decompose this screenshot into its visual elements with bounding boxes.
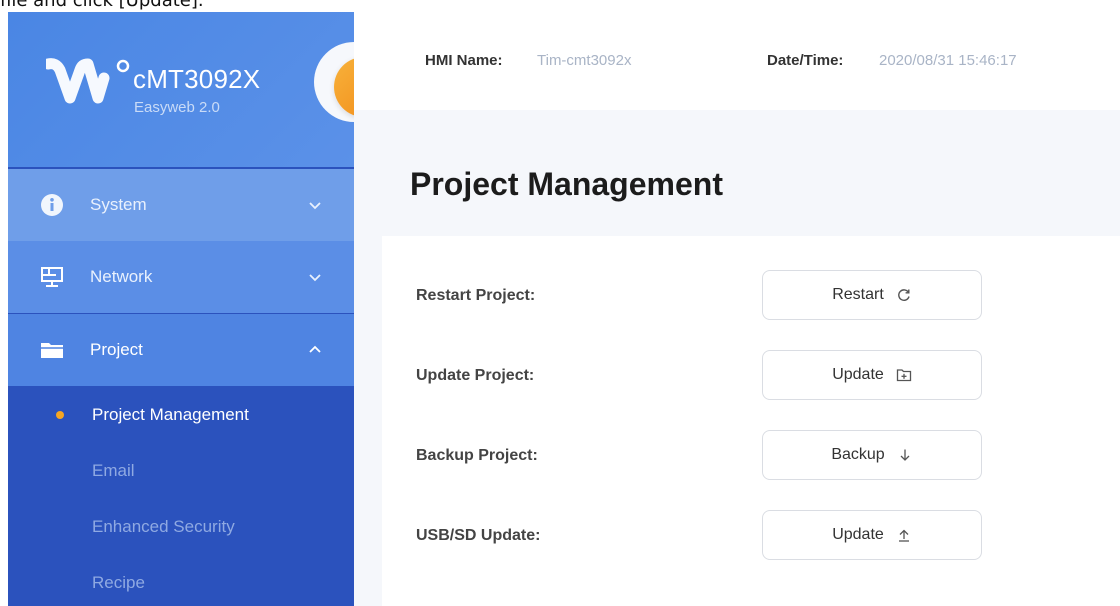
submenu-item-project-management[interactable]: Project Management [8,387,354,443]
top-header: HMI Name: Tim-cmt3092x Date/Time: 2020/0… [354,12,1120,110]
update-project-button[interactable]: Update [762,350,982,400]
restart-project-label: Restart Project: [416,287,536,304]
update-project-label: Update Project: [416,367,535,384]
button-label: Restart [832,286,884,303]
submenu-item-label: Project Management [92,405,249,424]
backup-button[interactable]: Backup [762,430,982,480]
hmi-name-label: HMI Name: [425,52,503,69]
sidebar-item-system[interactable]: System [8,169,354,241]
sidebar: cMT3092X Easyweb 2.0 System Network Proj… [8,12,354,606]
upload-arrow-icon [898,529,909,542]
folder-icon [41,343,63,358]
device-model-name: cMT3092X [133,64,261,94]
sidebar-item-label: Project [90,340,143,359]
info-icon [41,194,63,216]
document-caption: file and click [Update]. [0,0,204,11]
datetime-label: Date/Time: [767,52,844,69]
submenu-item-label: Recipe [92,573,145,592]
usb-sd-update-label: USB/SD Update: [416,527,541,544]
submenu-item-enhanced-security[interactable]: Enhanced Security [8,499,354,555]
usb-sd-update-button[interactable]: Update [762,510,982,560]
datetime-value: 2020/08/31 15:46:17 [879,52,1017,69]
backup-project-label: Backup Project: [416,447,538,464]
page-title: Project Management [410,166,723,202]
button-label: Update [832,366,884,383]
restart-button[interactable]: Restart [762,270,982,320]
app-version-label: Easyweb 2.0 [134,99,220,116]
chevron-down-icon [309,202,321,210]
chevron-up-icon [309,345,321,353]
sidebar-item-network[interactable]: Network [8,241,354,313]
sidebar-item-label: System [90,195,147,214]
weintek-logo-icon [46,58,130,104]
active-indicator-dot [56,411,64,419]
sidebar-item-label: Network [90,267,153,286]
button-label: Backup [831,446,885,463]
chevron-down-icon [309,274,321,282]
network-icon [41,267,63,287]
submenu-item-label: Enhanced Security [92,517,235,536]
sidebar-brand-area: cMT3092X Easyweb 2.0 [8,12,354,167]
hmi-name-value: Tim-cmt3092x [537,52,632,69]
sidebar-item-project[interactable]: Project [8,314,354,386]
refresh-icon [897,289,910,301]
submenu-item-email[interactable]: Email [8,443,354,499]
submenu-item-label: Email [92,461,135,480]
download-arrow-icon [900,449,910,461]
folder-plus-icon [896,369,911,382]
submenu-item-recipe[interactable]: Recipe [8,555,354,606]
button-label: Update [832,526,884,543]
